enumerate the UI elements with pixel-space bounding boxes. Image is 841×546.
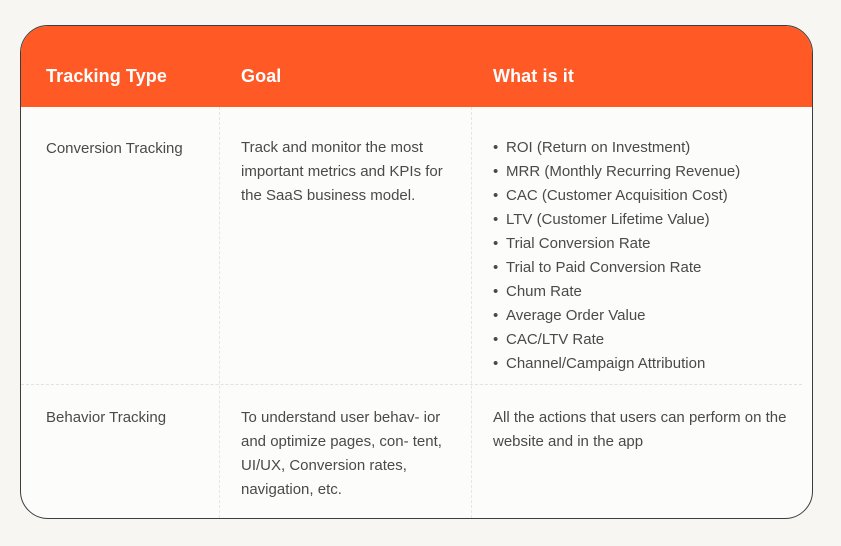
row-conversion-goal: Track and monitor the most important met… [241, 139, 443, 204]
header-goal: Goal [241, 66, 282, 86]
tracking-table: Tracking Type Goal What is it Conversion… [20, 25, 813, 519]
header-tracking-type: Tracking Type [46, 66, 168, 86]
bullet-icon: • [493, 211, 499, 228]
row-conversion-tracking-type: Conversion Tracking [46, 140, 183, 157]
row-divider [21, 384, 802, 385]
row-behavior-goal: To understand user behav- ior and optimi… [241, 409, 442, 498]
bullet-icon: • [493, 259, 499, 276]
bullet-icon: • [493, 331, 499, 348]
column-divider [471, 107, 472, 518]
metric-label: Trial to Paid Conversion Rate [506, 259, 702, 276]
metrics-list: • ROI (Return on Investment) • MRR (Monthly… [493, 136, 793, 376]
metric-label: Chum Rate [506, 283, 582, 300]
metric-list-item: • CAC (Customer Acquisition Cost) [493, 184, 793, 208]
column-divider [219, 107, 220, 518]
table-header: Tracking Type Goal What is it [21, 26, 812, 107]
metric-label: Average Order Value [506, 307, 646, 324]
row-behavior-what-is-it: All the actions that users can perform o… [493, 409, 787, 450]
metric-list-item: • Trial to Paid Conversion Rate [493, 256, 793, 280]
metric-list-item: • Average Order Value [493, 304, 793, 328]
bullet-icon: • [493, 163, 499, 180]
metric-list-item: • Channel/Campaign Attribution [493, 352, 793, 376]
row-behavior-tracking-type: Behavior Tracking [46, 409, 167, 426]
metric-label: ROI (Return on Investment) [506, 139, 691, 156]
bullet-icon: • [493, 235, 499, 252]
metric-list-item: • Chum Rate [493, 280, 793, 304]
bullet-icon: • [493, 307, 499, 324]
metric-label: Channel/Campaign Attribution [506, 355, 706, 372]
bullet-icon: • [493, 355, 499, 372]
metric-list-item: • MRR (Monthly Recurring Revenue) [493, 160, 793, 184]
metric-list-item: • ROI (Return on Investment) [493, 136, 793, 160]
metric-list-item: • Trial Conversion Rate [493, 232, 793, 256]
bullet-icon: • [493, 283, 499, 300]
metric-label: CAC (Customer Acquisition Cost) [506, 187, 728, 204]
metric-label: MRR (Monthly Recurring Revenue) [506, 163, 741, 180]
bullet-icon: • [493, 187, 499, 204]
metric-label: CAC/LTV Rate [506, 331, 605, 348]
header-what-is-it: What is it [493, 66, 574, 86]
metric-label: LTV (Customer Lifetime Value) [506, 211, 710, 228]
metric-list-item: • LTV (Customer Lifetime Value) [493, 208, 793, 232]
bullet-icon: • [493, 139, 499, 156]
row-conversion-what-is-it: • ROI (Return on Investment) • MRR (Monthly… [493, 136, 793, 376]
metric-list-item: • CAC/LTV Rate [493, 328, 793, 352]
metric-label: Trial Conversion Rate [506, 235, 651, 252]
